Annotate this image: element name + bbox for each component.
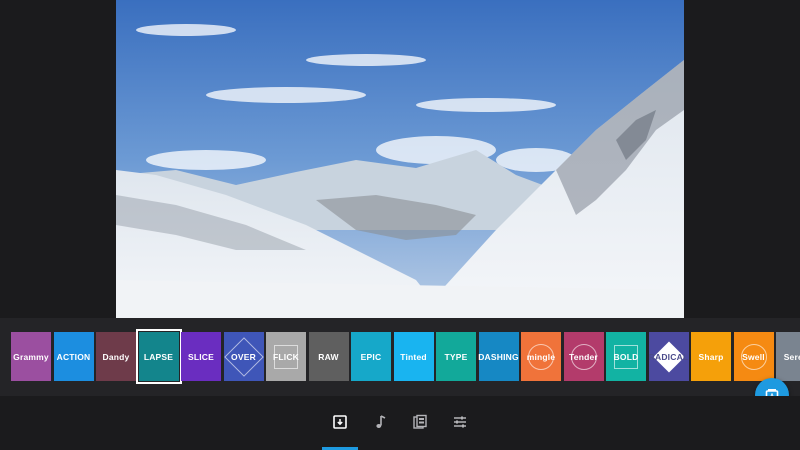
nav-clips-button[interactable] — [402, 408, 438, 436]
filter-label: SLICE — [187, 351, 215, 362]
music-note-icon — [376, 415, 386, 428]
filter-label: DASHING — [478, 351, 519, 362]
video-preview[interactable] — [116, 0, 684, 318]
filter-action[interactable]: ACTION — [53, 332, 94, 381]
filter-grammy[interactable]: Grammy — [11, 332, 51, 381]
filter-lapse[interactable]: LAPSE — [135, 329, 182, 384]
clip-icon — [413, 414, 427, 429]
preview-image — [116, 0, 684, 318]
nav-music-button[interactable] — [362, 408, 398, 436]
filter-dashing[interactable]: DASHING — [478, 332, 519, 381]
filter-label: mingle — [526, 351, 556, 362]
filter-type[interactable]: TYPE — [436, 332, 476, 381]
filter-seren[interactable]: Seren — [776, 332, 800, 381]
filter-over[interactable]: OVER — [223, 332, 264, 381]
filter-tender[interactable]: Tender — [563, 332, 604, 381]
filter-flick[interactable]: FLICK — [266, 332, 306, 381]
filter-bold[interactable]: BOLD — [606, 332, 646, 381]
bottom-nav — [0, 396, 800, 450]
filter-label: EPIC — [360, 351, 382, 362]
nav-settings-button[interactable] — [442, 408, 478, 436]
filter-label: Grammy — [13, 351, 49, 362]
filter-radical[interactable]: RADICAL — [648, 332, 689, 381]
filter-label: LAPSE — [143, 351, 174, 362]
filter-label: Tender — [569, 351, 598, 362]
filter-dandy[interactable]: Dandy — [96, 332, 136, 381]
filter-label: Seren — [783, 351, 800, 362]
filter-icon — [333, 415, 347, 429]
filter-label: BOLD — [613, 351, 639, 362]
filter-label: RADICAL — [648, 351, 689, 362]
nav-filters-button[interactable] — [322, 408, 358, 436]
filter-slice[interactable]: SLICE — [181, 332, 221, 381]
filter-strip[interactable]: Grammy ACTION Dandy LAPSE SLICE OVER FLI… — [0, 318, 800, 396]
filter-mingle[interactable]: mingle — [521, 332, 561, 381]
filter-label: TYPE — [444, 351, 468, 362]
filter-label: Swell — [742, 351, 765, 362]
filter-swell[interactable]: Swell — [733, 332, 774, 381]
filter-sharp[interactable]: Sharp — [691, 332, 731, 381]
filter-tinted[interactable]: Tinted — [393, 332, 434, 381]
filter-label: RAW — [318, 351, 339, 362]
filter-label: FLICK — [272, 351, 300, 362]
filter-label: Dandy — [102, 351, 130, 362]
filter-raw[interactable]: RAW — [308, 332, 349, 381]
filter-label: Tinted — [400, 351, 427, 362]
sliders-icon — [454, 416, 466, 428]
filter-label: Sharp — [698, 351, 724, 362]
filter-label: ACTION — [56, 351, 91, 362]
filter-label: OVER — [231, 351, 256, 362]
filter-epic[interactable]: EPIC — [351, 332, 391, 381]
